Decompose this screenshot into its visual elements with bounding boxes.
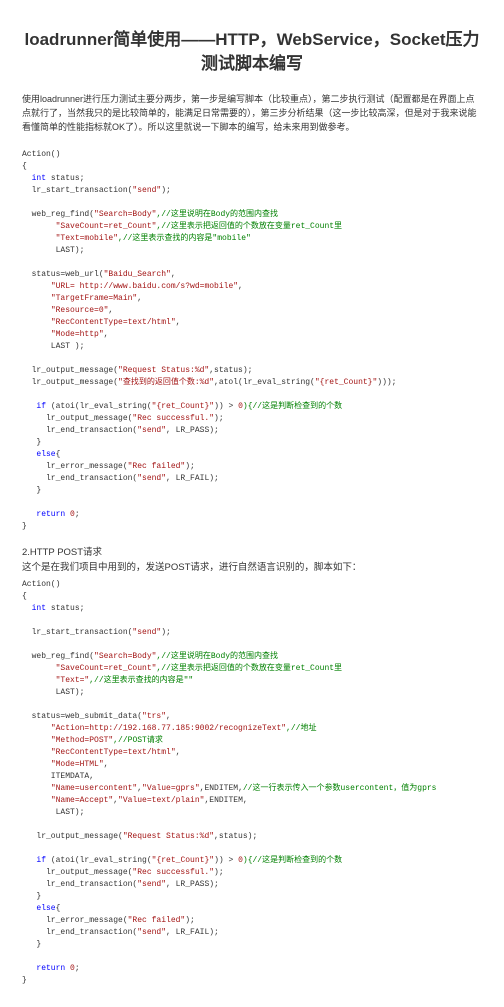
page-title: loadrunner简单使⽤——HTTP，WebService，Socket压⼒… [22, 28, 482, 76]
code-block-2: Action() { int status; lr_start_transact… [22, 579, 482, 987]
section-2-heading: 2.HTTP POST请求 这个是在我们项⽬中⽤到的，发送POST请求，进⾏⾃然… [22, 545, 482, 575]
intro-paragraph: 使⽤loadrunner进⾏压⼒测试主要分两步，第⼀步是编写脚本（⽐较重点），第… [22, 92, 482, 135]
code-block-1: Action() { int status; lr_start_transact… [22, 149, 482, 533]
